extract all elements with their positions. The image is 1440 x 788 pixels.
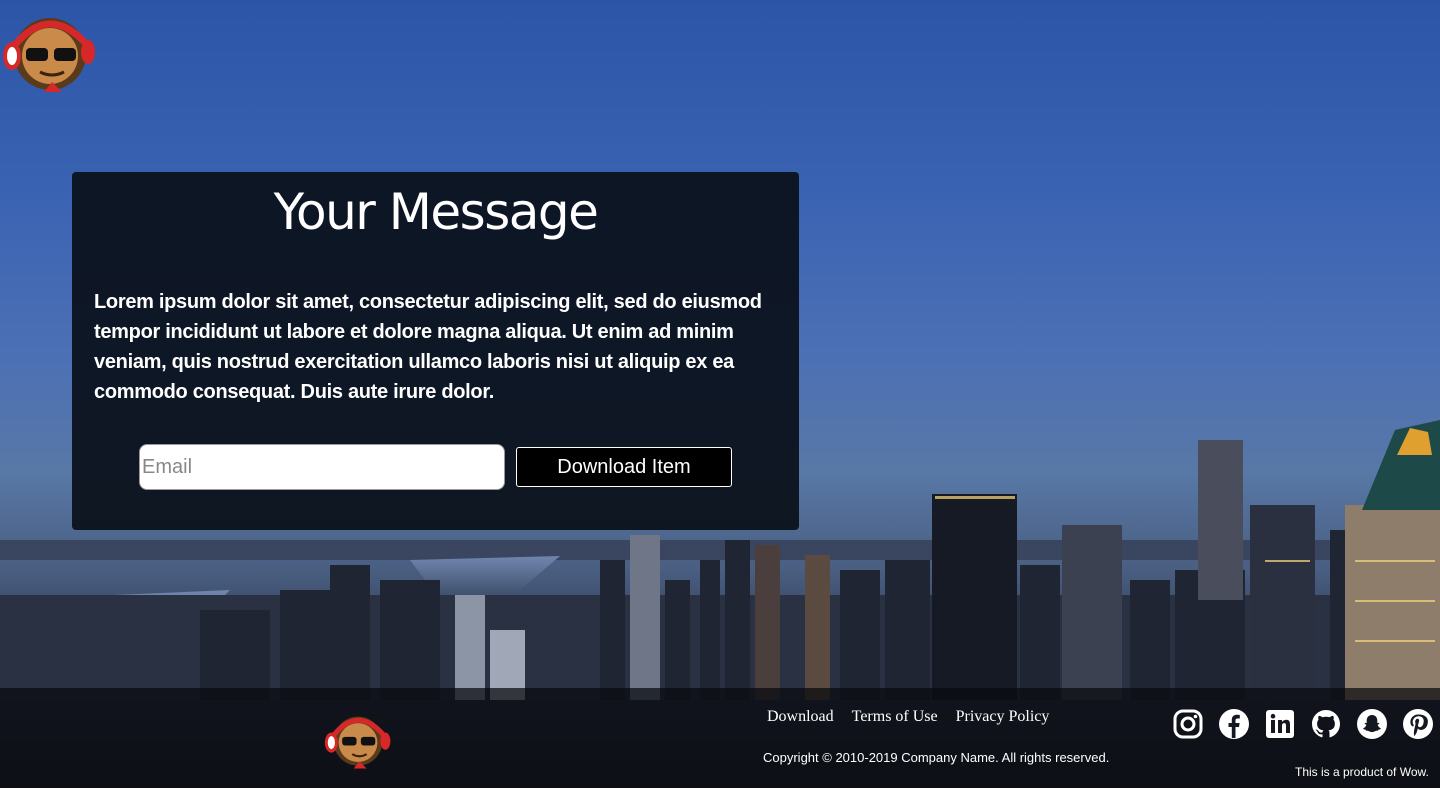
footer-link-terms[interactable]: Terms of Use	[843, 708, 947, 726]
card-title: Your Message	[273, 183, 599, 241]
instagram-icon[interactable]	[1172, 708, 1204, 740]
copyright-text: Copyright © 2010-2019 Company Name. All …	[763, 750, 1110, 765]
footer-links: Download Terms of Use Privacy Policy	[758, 708, 1058, 726]
facebook-icon[interactable]	[1218, 708, 1250, 740]
linkedin-icon[interactable]	[1264, 708, 1296, 740]
footer-logo-icon[interactable]	[322, 708, 394, 770]
pinterest-icon[interactable]	[1402, 708, 1434, 740]
snapchat-icon[interactable]	[1356, 708, 1388, 740]
brand-logo-icon[interactable]	[0, 8, 100, 94]
footer: Download Terms of Use Privacy Policy Cop…	[0, 688, 1440, 788]
footer-link-download[interactable]: Download	[758, 708, 843, 726]
product-note: This is a product of Wow.	[1295, 765, 1429, 779]
email-input[interactable]	[139, 444, 505, 490]
download-item-button[interactable]: Download Item	[516, 447, 732, 487]
page: Your Message Lorem ipsum dolor sit amet,…	[0, 0, 1440, 788]
card-body-text: Lorem ipsum dolor sit amet, consectetur …	[94, 291, 762, 403]
footer-link-privacy[interactable]: Privacy Policy	[947, 708, 1059, 726]
github-icon[interactable]	[1310, 708, 1342, 740]
message-card: Your Message Lorem ipsum dolor sit amet,…	[72, 172, 799, 530]
social-icons	[1172, 708, 1434, 740]
